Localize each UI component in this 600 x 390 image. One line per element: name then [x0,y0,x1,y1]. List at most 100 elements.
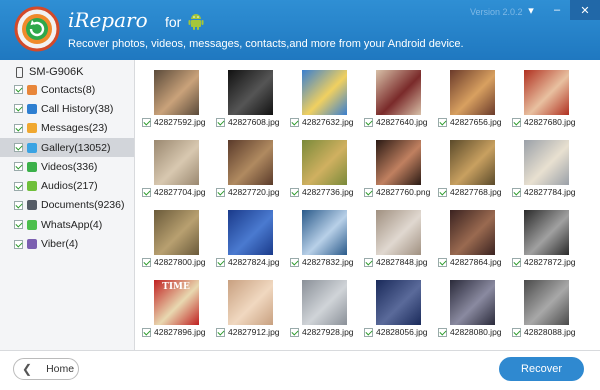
photo-thumbnail[interactable] [523,70,569,115]
photo-thumbnail[interactable] [227,280,273,325]
photo-thumbnail[interactable] [153,70,199,115]
gallery-item[interactable]: TIME 42827896.jpg [142,280,210,337]
photo-thumbnail[interactable] [301,280,347,325]
photo-thumbnail[interactable] [301,210,347,255]
gallery-item-checkbox[interactable] [290,327,299,337]
gallery-item-checkbox[interactable] [290,187,299,197]
gallery-item[interactable]: 42827656.jpg [438,70,506,127]
photo-thumbnail[interactable] [301,70,347,115]
gallery-item[interactable]: 42827824.jpg [216,210,284,267]
gallery-item[interactable]: 42827760.png [364,140,432,197]
gallery-item-checkbox[interactable] [142,327,151,337]
category-checkbox[interactable] [14,239,23,249]
sidebar-item-audios[interactable]: Audios(217) [0,176,134,195]
photo-thumbnail[interactable] [227,70,273,115]
photo-thumbnail[interactable] [375,280,421,325]
home-button[interactable]: ❮ Home [13,358,79,380]
category-checkbox[interactable] [14,143,23,153]
gallery-icon [27,142,37,153]
photo-thumbnail[interactable] [301,140,347,185]
photo-thumbnail[interactable] [449,210,495,255]
gallery-item[interactable]: 42827832.jpg [290,210,358,267]
gallery-item-checkbox[interactable] [216,327,225,337]
photo-thumbnail[interactable] [375,210,421,255]
gallery-item[interactable]: 42827680.jpg [512,70,580,127]
photo-thumbnail[interactable] [227,210,273,255]
gallery-item-checkbox[interactable] [438,257,447,267]
gallery-item-checkbox[interactable] [364,117,373,127]
file-name: 42827656.jpg [450,117,502,127]
photo-thumbnail[interactable] [523,210,569,255]
photo-thumbnail[interactable] [153,140,199,185]
sidebar-item-contacts[interactable]: Contacts(8) [0,80,134,99]
gallery-item[interactable]: 42827640.jpg [364,70,432,127]
device-row[interactable]: SM-G906K [16,66,83,78]
gallery-item[interactable]: 42828088.jpg [512,280,580,337]
gallery-item-checkbox[interactable] [142,257,151,267]
gallery-item[interactable]: 42827608.jpg [216,70,284,127]
gallery-item-checkbox[interactable] [216,117,225,127]
gallery-item-caption: 42827608.jpg [216,117,284,127]
menu-dropdown-button[interactable]: ▾ [518,0,544,20]
photo-thumbnail[interactable] [449,140,495,185]
gallery-item[interactable]: 42827872.jpg [512,210,580,267]
recover-button[interactable]: Recover [499,357,584,381]
category-checkbox[interactable] [14,181,23,191]
gallery-item-checkbox[interactable] [364,257,373,267]
sidebar-item-viber[interactable]: Viber(4) [0,234,134,253]
sidebar-item-gallery[interactable]: Gallery(13052) [0,137,134,158]
gallery-item-checkbox[interactable] [438,187,447,197]
gallery-item[interactable]: 42827632.jpg [290,70,358,127]
sidebar-item-documents[interactable]: Documents(9236) [0,196,134,215]
gallery-item-checkbox[interactable] [364,187,373,197]
photo-thumbnail[interactable] [449,280,495,325]
photo-thumbnail[interactable]: TIME [153,280,199,325]
category-checkbox[interactable] [14,200,23,210]
sidebar-item-call-history[interactable]: Call History(38) [0,99,134,118]
gallery-item[interactable]: 42827848.jpg [364,210,432,267]
gallery-item-checkbox[interactable] [438,117,447,127]
gallery-item[interactable]: 42827592.jpg [142,70,210,127]
photo-thumbnail[interactable] [375,140,421,185]
gallery-item[interactable]: 42828056.jpg [364,280,432,337]
photo-thumbnail[interactable] [523,280,569,325]
gallery-item-caption: 42827768.jpg [438,187,506,197]
category-checkbox[interactable] [14,123,23,133]
gallery-item-checkbox[interactable] [142,117,151,127]
gallery-item-checkbox[interactable] [438,327,447,337]
category-checkbox[interactable] [14,162,23,172]
gallery-item[interactable]: 42828080.jpg [438,280,506,337]
gallery-item[interactable]: 42827912.jpg [216,280,284,337]
gallery-item-checkbox[interactable] [512,327,521,337]
photo-thumbnail[interactable] [227,140,273,185]
gallery-item-checkbox[interactable] [216,257,225,267]
gallery-item-checkbox[interactable] [290,257,299,267]
sidebar-item-messages[interactable]: Messages(23) [0,119,134,138]
gallery-item-checkbox[interactable] [142,187,151,197]
gallery-item[interactable]: 42827928.jpg [290,280,358,337]
gallery-item[interactable]: 42827704.jpg [142,140,210,197]
sidebar-item-videos[interactable]: Videos(336) [0,157,134,176]
gallery-item[interactable]: 42827800.jpg [142,210,210,267]
category-checkbox[interactable] [14,85,23,95]
close-button[interactable]: ✕ [570,0,600,20]
gallery-item[interactable]: 42827736.jpg [290,140,358,197]
minimize-button[interactable]: – [544,0,570,20]
gallery-item-checkbox[interactable] [512,187,521,197]
gallery-item[interactable]: 42827720.jpg [216,140,284,197]
gallery-item-checkbox[interactable] [216,187,225,197]
gallery-item[interactable]: 42827784.jpg [512,140,580,197]
sidebar-item-whatsapp[interactable]: WhatsApp(4) [0,215,134,234]
photo-thumbnail[interactable] [153,210,199,255]
gallery-item[interactable]: 42827864.jpg [438,210,506,267]
gallery-item-checkbox[interactable] [512,257,521,267]
category-checkbox[interactable] [14,104,23,114]
category-checkbox[interactable] [14,220,23,230]
photo-thumbnail[interactable] [449,70,495,115]
photo-thumbnail[interactable] [523,140,569,185]
gallery-item-checkbox[interactable] [364,327,373,337]
gallery-item-checkbox[interactable] [512,117,521,127]
gallery-item[interactable]: 42827768.jpg [438,140,506,197]
gallery-item-checkbox[interactable] [290,117,299,127]
photo-thumbnail[interactable] [375,70,421,115]
